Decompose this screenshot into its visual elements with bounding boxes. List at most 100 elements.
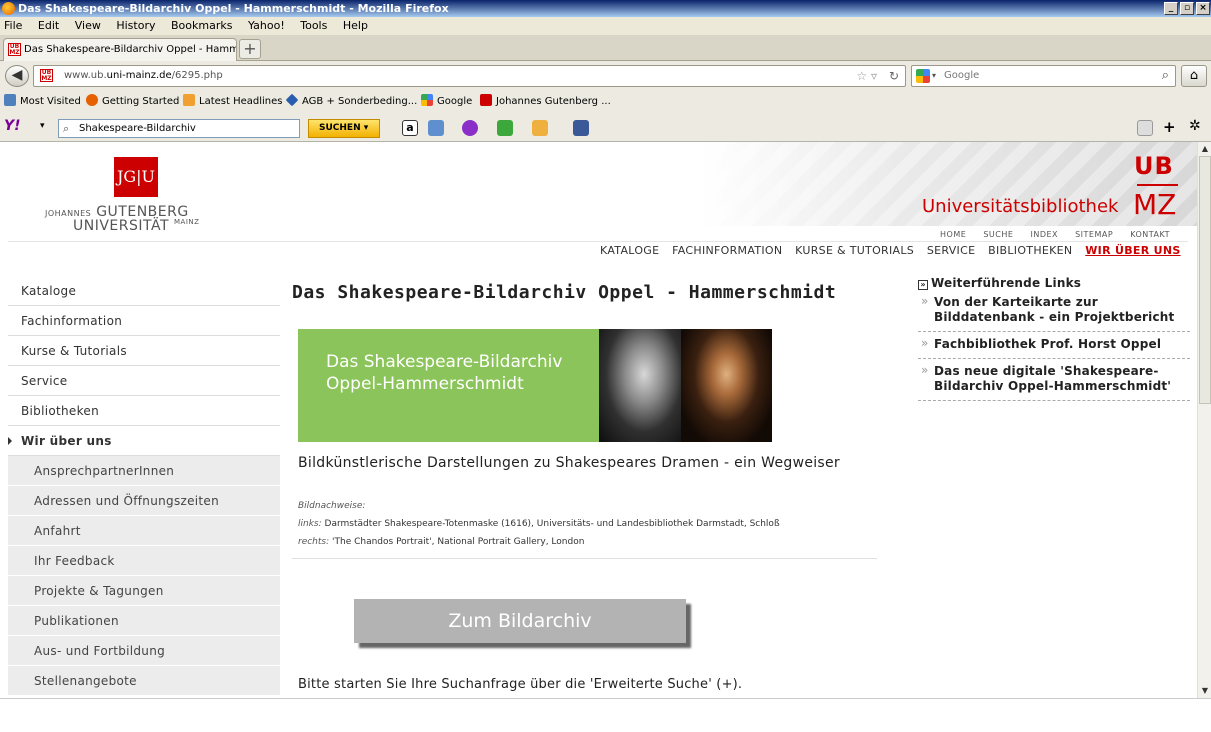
nav-bibliotheken[interactable]: BIBLIOTHEKEN: [988, 244, 1072, 257]
top-link-suche[interactable]: SUCHE: [983, 230, 1013, 239]
scroll-up-icon[interactable]: ▲: [1199, 143, 1211, 155]
nav-kurse-tutorials[interactable]: KURSE & TUTORIALS: [795, 244, 914, 257]
address-bar[interactable]: UB MZ www.ub.uni-mainz.de/6295.php ☆ ▿ ↻: [33, 65, 906, 87]
new-tab-button[interactable]: +: [239, 39, 261, 59]
window-title: Das Shakespeare-Bildarchiv Oppel - Hamme…: [18, 2, 449, 15]
bookmark-google[interactable]: Google: [421, 91, 472, 113]
maximize-button[interactable]: ▫: [1180, 2, 1194, 15]
nav-wir-ueber-uns[interactable]: WIR ÜBER UNS: [1085, 244, 1180, 257]
jgu-name-small: JOHANNES: [45, 209, 92, 218]
bookmark-johannes-gutenberg[interactable]: Johannes Gutenberg ...: [480, 91, 611, 113]
related-link-fachbibliothek[interactable]: Fachbibliothek Prof. Horst Oppel: [918, 335, 1190, 359]
nav-kataloge[interactable]: KATALOGE: [600, 244, 659, 257]
archive-banner-image: Das Shakespeare-Bildarchiv Oppel-Hammers…: [298, 329, 772, 442]
games-icon[interactable]: [497, 120, 513, 136]
yahoo-search-value: Shakespeare-Bildarchiv: [79, 123, 196, 134]
facebook-icon[interactable]: [573, 120, 589, 136]
nav-fachinformation[interactable]: FACHINFORMATION: [672, 244, 782, 257]
sidebar-subitem-projekte[interactable]: Projekte & Tagungen: [8, 576, 280, 606]
search-bar[interactable]: ▾ Google ⌕: [911, 65, 1176, 87]
bookmark-agb[interactable]: AGB + Sonderbeding...: [285, 91, 418, 113]
ub-logo-mz[interactable]: MZ: [1133, 188, 1176, 221]
search-hint: Bitte starten Sie Ihre Suchanfrage über …: [298, 677, 743, 692]
chevron-down-icon: ▾: [932, 71, 937, 80]
bookmark-label: Latest Headlines: [199, 96, 283, 107]
related-link-projektbericht[interactable]: Von der Karteikarte zur Bilddatenbank - …: [918, 293, 1190, 332]
google-icon: [421, 94, 433, 106]
jgu-logo[interactable]: JG|U: [114, 157, 158, 197]
chevron-down-icon[interactable]: ▾: [40, 121, 45, 131]
messenger-icon[interactable]: [462, 120, 478, 136]
bookmark-getting-started[interactable]: Getting Started: [86, 91, 179, 113]
bookmark-latest-headlines[interactable]: Latest Headlines: [183, 91, 283, 113]
home-button[interactable]: ⌂: [1181, 65, 1207, 87]
credits-left-label: links:: [298, 519, 322, 529]
sidebar-item-wir-ueber-uns[interactable]: Wir über uns: [8, 426, 280, 456]
menu-bookmarks[interactable]: Bookmarks: [171, 19, 232, 32]
top-link-index[interactable]: INDEX: [1030, 230, 1058, 239]
related-links: »Weiterführende Links Von der Karteikart…: [918, 276, 1190, 404]
gear-icon[interactable]: ✲: [1189, 118, 1201, 134]
related-link-digitales-bildarchiv[interactable]: Das neue digitale 'Shakespeare-Bildarchi…: [918, 362, 1190, 401]
yahoo-search-button[interactable]: SUCHEN ▾: [308, 119, 380, 138]
sidebar-item-kataloge[interactable]: Kataloge: [8, 276, 280, 306]
bookmark-star-icon[interactable]: ☆ ▿: [856, 66, 877, 86]
tab-bar: UB MZ Das Shakespeare-Bildarchiv Oppel - …: [0, 35, 1211, 61]
add-icon[interactable]: +: [1163, 118, 1176, 136]
vertical-scrollbar[interactable]: ▲ ▼: [1197, 142, 1211, 698]
menu-bar: File Edit View History Bookmarks Yahoo! …: [0, 17, 1211, 35]
menu-yahoo[interactable]: Yahoo!: [248, 19, 285, 32]
amazon-icon[interactable]: a: [402, 120, 418, 136]
page-title: Das Shakespeare-Bildarchiv Oppel - Hamme…: [292, 282, 837, 303]
yahoo-search-input[interactable]: ⌕ Shakespeare-Bildarchiv: [58, 119, 300, 138]
bookmark-label: AGB + Sonderbeding...: [302, 96, 418, 107]
menu-edit[interactable]: Edit: [38, 19, 59, 32]
back-button[interactable]: ◀: [5, 65, 29, 87]
top-link-home[interactable]: HOME: [940, 230, 966, 239]
toolbar-menu-icon[interactable]: [1137, 120, 1153, 136]
menu-help[interactable]: Help: [343, 19, 368, 32]
navigation-bar: ◀ UB MZ www.ub.uni-mainz.de/6295.php ☆ ▿ …: [0, 61, 1211, 91]
ub-logo-title[interactable]: Universitätsbibliothek: [922, 196, 1118, 217]
news-icon[interactable]: [532, 120, 548, 136]
reload-icon[interactable]: ↻: [889, 66, 899, 86]
page-content: JG|U JOHANNES GUTENBERG UNIVERSITÄT MAIN…: [0, 142, 1197, 698]
google-icon: [916, 69, 930, 83]
zum-bildarchiv-button[interactable]: Zum Bildarchiv: [354, 599, 686, 643]
menu-history[interactable]: History: [116, 19, 155, 32]
sidebar-subitem-ansprechpartner[interactable]: AnsprechpartnerInnen: [8, 456, 280, 486]
nav-service[interactable]: SERVICE: [927, 244, 975, 257]
yahoo-search-button-label: SUCHEN: [319, 123, 361, 133]
menu-tools[interactable]: Tools: [300, 19, 327, 32]
sidebar-subitem-feedback[interactable]: Ihr Feedback: [8, 546, 280, 576]
sidebar-item-service[interactable]: Service: [8, 366, 280, 396]
sidebar-item-fachinformation[interactable]: Fachinformation: [8, 306, 280, 336]
ub-logo-divider: [1137, 184, 1178, 186]
top-link-sitemap[interactable]: SITEMAP: [1075, 230, 1113, 239]
menu-file[interactable]: File: [4, 19, 22, 32]
yahoo-logo-icon[interactable]: Y!: [4, 118, 21, 134]
bookmark-most-visited[interactable]: Most Visited: [4, 91, 81, 113]
sidebar-subitem-stellenangebote[interactable]: Stellenangebote: [8, 666, 280, 696]
banner-line1: Das Shakespeare-Bildarchiv: [326, 352, 563, 372]
firefox-icon: [86, 94, 98, 106]
mail-icon[interactable]: [428, 120, 444, 136]
chandos-portrait-photo: [681, 329, 772, 442]
sidebar-item-kurse-tutorials[interactable]: Kurse & Tutorials: [8, 336, 280, 366]
sidebar-subitem-fortbildung[interactable]: Aus- und Fortbildung: [8, 636, 280, 666]
menu-view[interactable]: View: [75, 19, 101, 32]
ub-logo-short[interactable]: UB: [1134, 152, 1174, 180]
jgu-name-uni: UNIVERSITÄT: [73, 218, 170, 234]
close-button[interactable]: ×: [1196, 2, 1210, 15]
minimize-button[interactable]: _: [1164, 2, 1178, 15]
scrollbar-thumb[interactable]: [1199, 156, 1211, 404]
tab-active[interactable]: UB MZ Das Shakespeare-Bildarchiv Oppel - …: [3, 38, 237, 61]
search-icon[interactable]: ⌕: [1162, 66, 1169, 86]
sidebar-subitem-adressen[interactable]: Adressen und Öffnungszeiten: [8, 486, 280, 516]
sidebar-item-bibliotheken[interactable]: Bibliotheken: [8, 396, 280, 426]
top-link-kontakt[interactable]: KONTAKT: [1130, 230, 1170, 239]
sidebar-subitem-publikationen[interactable]: Publikationen: [8, 606, 280, 636]
sidebar-subitem-anfahrt[interactable]: Anfahrt: [8, 516, 280, 546]
scroll-down-icon[interactable]: ▼: [1199, 685, 1211, 697]
ub-favicon-icon: UB MZ: [40, 69, 53, 82]
